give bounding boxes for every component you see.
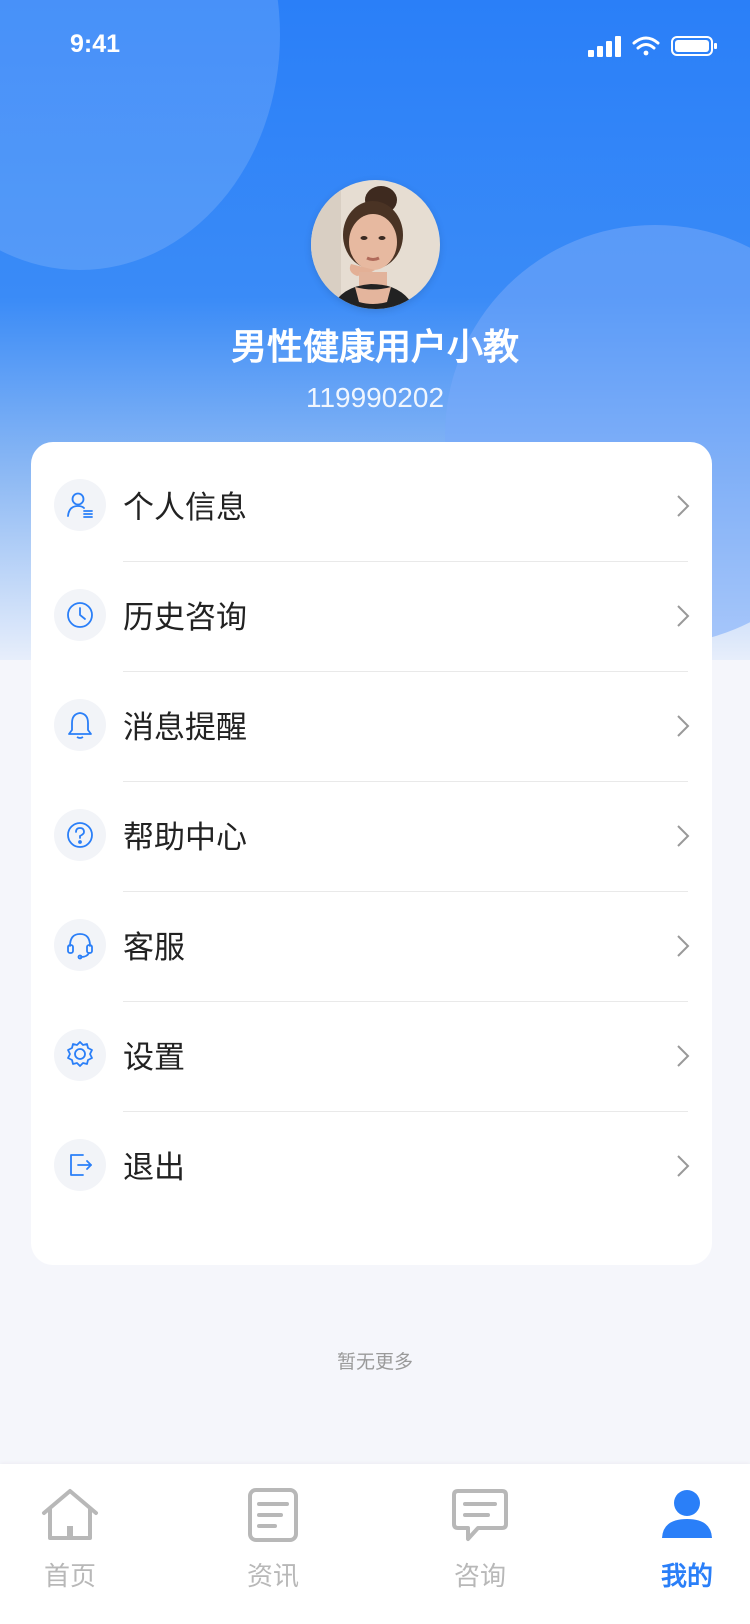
menu-item-label: 个人信息 [123,490,247,526]
menu-item-label: 帮助中心 [123,820,247,856]
tab-news[interactable]: 资讯 [198,1464,348,1624]
menu-item-label: 客服 [123,930,185,966]
tab-label: 首页 [43,1562,96,1592]
tab-home[interactable]: 首页 [0,1464,145,1624]
user-id: 119990202 [305,382,445,413]
tab-label: 咨询 [453,1562,506,1592]
menu-item-settings[interactable]: 设置 [31,1002,712,1112]
gear-icon [54,1029,106,1081]
menu-item-label: 历史咨询 [123,600,247,636]
no-more-text: 暂无更多 [336,1351,413,1373]
menu-item-label: 消息提醒 [123,710,247,746]
home-icon [42,1489,98,1540]
battery-icon [671,36,717,56]
avatar[interactable] [311,180,440,309]
bell-icon [54,699,106,751]
logout-icon [54,1139,106,1191]
user-name: 男性健康用户小教 [230,327,519,368]
menu-item-label: 退出 [123,1150,185,1186]
menu-item-customer-service[interactable]: 客服 [31,892,712,1002]
tab-label: 我的 [660,1562,713,1592]
help-icon [54,809,106,861]
menu-item-help-center[interactable]: 帮助中心 [31,782,712,892]
chevron-right-icon [677,935,690,957]
user-info-icon [54,479,106,531]
wifi-icon [632,36,660,56]
tab-consult[interactable]: 咨询 [405,1464,555,1624]
chat-icon [452,1489,508,1541]
menu-item-logout[interactable]: 退出 [31,1112,712,1222]
menu-item-label: 设置 [123,1040,185,1076]
menu-item-history[interactable]: 历史咨询 [31,562,712,672]
headset-icon [54,919,106,971]
chevron-right-icon [677,495,690,517]
news-icon [248,1488,298,1542]
tab-bar: 首页 资讯 咨询 我的 [0,1464,750,1624]
chevron-right-icon [677,825,690,847]
chevron-right-icon [677,715,690,737]
decorative-circle [0,0,280,270]
tab-label: 资讯 [246,1562,299,1592]
chevron-right-icon [677,1045,690,1067]
signal-icon [588,36,621,57]
clock-icon [54,589,106,641]
status-icons [588,34,718,58]
menu-item-personal-info[interactable]: 个人信息 [31,452,712,562]
person-icon [662,1490,712,1538]
chevron-right-icon [677,605,690,627]
chevron-right-icon [677,1155,690,1177]
tab-mine[interactable]: 我的 [612,1464,750,1624]
menu-item-notifications[interactable]: 消息提醒 [31,672,712,782]
menu-card: 个人信息 历史咨询 消息提醒 帮助中心 客服 设置 退出 [31,442,712,1265]
status-time: 9:41 [70,30,121,58]
